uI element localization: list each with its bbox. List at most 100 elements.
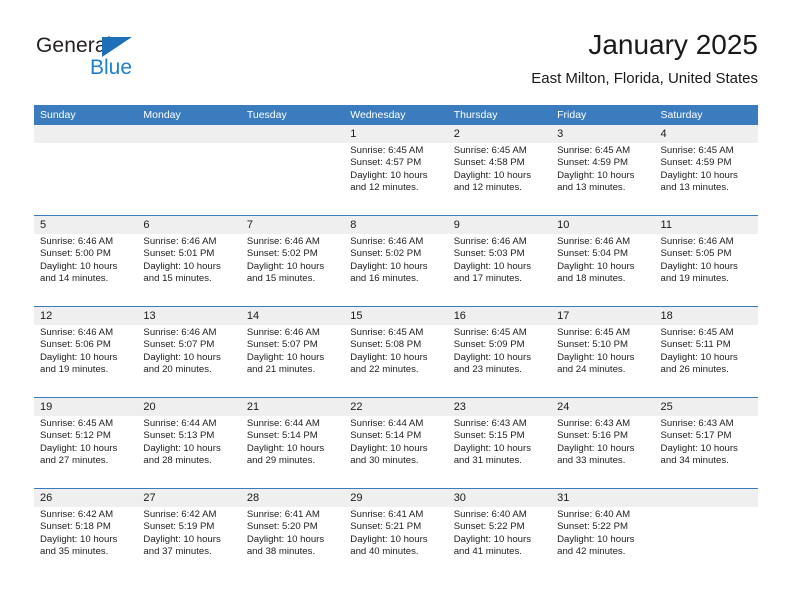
sunrise-text: Sunrise: 6:45 AM bbox=[557, 327, 631, 338]
sunset-text: Sunset: 5:19 PM bbox=[143, 521, 215, 533]
day-cell[interactable]: 2 Sunrise: 6:45 AM Sunset: 4:58 PM Daylight… bbox=[448, 125, 551, 215]
sunset-text: Sunset: 5:03 PM bbox=[453, 248, 525, 260]
sunset-text: Sunset: 4:57 PM bbox=[350, 157, 422, 169]
daylight-text-line1: Daylight: 10 hours bbox=[350, 351, 428, 363]
daylight-text-line2: and 15 minutes. bbox=[246, 272, 316, 284]
week-cells: 26 Sunrise: 6:42 AM Sunset: 5:18 PM Dayligh… bbox=[34, 489, 758, 579]
daylight-text-line2: and 22 minutes. bbox=[350, 363, 419, 375]
day-number: 23 bbox=[453, 401, 466, 413]
day-cell[interactable]: 16 Sunrise: 6:45 AM Sunset: 5:09 PM Dayligh… bbox=[448, 307, 551, 397]
day-cell[interactable]: 31 Sunrise: 6:40 AM Sunset: 5:22 PM Dayligh… bbox=[551, 489, 654, 579]
sunset-text: Sunset: 5:13 PM bbox=[143, 430, 215, 442]
day-cell-empty bbox=[241, 125, 344, 215]
day-cell[interactable]: 22 Sunrise: 6:44 AM Sunset: 5:14 PM Dayligh… bbox=[344, 398, 447, 488]
day-cell[interactable]: 5 Sunrise: 6:46 AM Sunset: 5:00 PM Daylight… bbox=[34, 216, 137, 306]
sun-info: Sunrise: 6:45 AM Sunset: 4:59 PM Daylight:… bbox=[557, 145, 650, 194]
sunset-text: Sunset: 5:21 PM bbox=[350, 521, 422, 533]
week-cells: 19 Sunrise: 6:45 AM Sunset: 5:12 PM Dayligh… bbox=[34, 398, 758, 488]
daylight-text-line1: Daylight: 10 hours bbox=[350, 260, 428, 272]
day-cell-empty bbox=[137, 125, 240, 215]
day-cell[interactable]: 6 Sunrise: 6:46 AM Sunset: 5:01 PM Daylight… bbox=[137, 216, 240, 306]
day-cell[interactable]: 13 Sunrise: 6:46 AM Sunset: 5:07 PM Dayligh… bbox=[137, 307, 240, 397]
day-number: 14 bbox=[246, 310, 260, 322]
day-number: 22 bbox=[350, 401, 363, 413]
sun-info: Sunrise: 6:40 AM Sunset: 5:22 PM Daylight:… bbox=[454, 509, 547, 558]
sunrise-text: Sunrise: 6:43 AM bbox=[660, 418, 734, 429]
calendar-week-row: 12 Sunrise: 6:46 AM Sunset: 5:06 PM Dayligh… bbox=[34, 306, 758, 397]
day-cell[interactable]: 4 Sunrise: 6:45 AM Sunset: 4:59 PM Daylight… bbox=[655, 125, 758, 215]
sun-info: Sunrise: 6:42 AM Sunset: 5:19 PM Daylight:… bbox=[143, 509, 236, 558]
daylight-text-line1: Daylight: 10 hours bbox=[40, 351, 118, 363]
daylight-text-line1: Daylight: 10 hours bbox=[143, 351, 221, 363]
daylight-text-line1: Daylight: 10 hours bbox=[246, 533, 325, 545]
calendar-page: General Blue January 2025 East Milton, F… bbox=[0, 0, 792, 612]
day-cell[interactable]: 25 Sunrise: 6:43 AM Sunset: 5:17 PM Dayligh… bbox=[655, 398, 758, 488]
page-title: January 2025 bbox=[588, 29, 758, 60]
sunrise-text: Sunrise: 6:44 AM bbox=[143, 418, 217, 429]
daylight-text-line1: Daylight: 10 hours bbox=[246, 260, 325, 272]
sunrise-text: Sunrise: 6:45 AM bbox=[660, 327, 734, 338]
sunrise-text: Sunrise: 6:42 AM bbox=[40, 509, 114, 520]
day-cell[interactable]: 12 Sunrise: 6:46 AM Sunset: 5:06 PM Dayligh… bbox=[34, 307, 137, 397]
daylight-text-line1: Daylight: 10 hours bbox=[143, 260, 221, 272]
day-cell[interactable]: 21 Sunrise: 6:44 AM Sunset: 5:14 PM Dayligh… bbox=[241, 398, 344, 488]
sunset-text: Sunset: 5:02 PM bbox=[350, 248, 422, 260]
daylight-text-line2: and 12 minutes. bbox=[453, 181, 522, 193]
sun-info: Sunrise: 6:45 AM Sunset: 4:59 PM Daylight:… bbox=[661, 145, 754, 194]
sunrise-text: Sunrise: 6:45 AM bbox=[557, 145, 631, 156]
daylight-text-line2: and 23 minutes. bbox=[453, 363, 522, 375]
week-cells: 12 Sunrise: 6:46 AM Sunset: 5:06 PM Dayligh… bbox=[34, 307, 758, 397]
weekday-header-sunday: Sunday bbox=[40, 109, 76, 121]
daylight-text-line2: and 26 minutes. bbox=[660, 363, 729, 375]
day-cell[interactable]: 23 Sunrise: 6:43 AM Sunset: 5:15 PM Dayligh… bbox=[448, 398, 551, 488]
sun-info: Sunrise: 6:46 AM Sunset: 5:06 PM Daylight:… bbox=[40, 327, 133, 376]
day-cell[interactable]: 20 Sunrise: 6:44 AM Sunset: 5:13 PM Dayligh… bbox=[137, 398, 240, 488]
day-cell[interactable]: 11 Sunrise: 6:46 AM Sunset: 5:05 PM Dayligh… bbox=[655, 216, 758, 306]
day-cell[interactable]: 9 Sunrise: 6:46 AM Sunset: 5:03 PM Daylight… bbox=[448, 216, 551, 306]
sun-info: Sunrise: 6:44 AM Sunset: 5:14 PM Daylight:… bbox=[350, 418, 443, 467]
daylight-text-line2: and 28 minutes. bbox=[143, 454, 212, 466]
weekday-header-thursday: Thursday bbox=[453, 109, 498, 121]
day-cell[interactable]: 29 Sunrise: 6:41 AM Sunset: 5:21 PM Dayligh… bbox=[344, 489, 447, 579]
day-cell[interactable]: 1 Sunrise: 6:45 AM Sunset: 4:57 PM Daylight… bbox=[344, 125, 447, 215]
day-cell[interactable]: 17 Sunrise: 6:45 AM Sunset: 5:10 PM Dayligh… bbox=[551, 307, 654, 397]
day-cell[interactable]: 14 Sunrise: 6:46 AM Sunset: 5:07 PM Dayligh… bbox=[241, 307, 344, 397]
daylight-text-line2: and 38 minutes. bbox=[246, 545, 316, 557]
daylight-text-line2: and 34 minutes. bbox=[660, 454, 729, 466]
general-blue-logo[interactable]: General Blue bbox=[34, 34, 234, 90]
day-cell[interactable]: 27 Sunrise: 6:42 AM Sunset: 5:19 PM Dayligh… bbox=[137, 489, 240, 579]
sun-info: Sunrise: 6:46 AM Sunset: 5:07 PM Daylight:… bbox=[247, 327, 340, 376]
sun-info: Sunrise: 6:45 AM Sunset: 5:12 PM Daylight:… bbox=[40, 418, 133, 467]
sunset-text: Sunset: 4:58 PM bbox=[453, 157, 525, 169]
day-cell[interactable]: 18 Sunrise: 6:45 AM Sunset: 5:11 PM Dayligh… bbox=[655, 307, 758, 397]
day-cell[interactable]: 8 Sunrise: 6:46 AM Sunset: 5:02 PM Daylight… bbox=[344, 216, 447, 306]
day-cell[interactable]: 7 Sunrise: 6:46 AM Sunset: 5:02 PM Daylight… bbox=[241, 216, 344, 306]
day-cell[interactable]: 19 Sunrise: 6:45 AM Sunset: 5:12 PM Dayligh… bbox=[34, 398, 137, 488]
sunset-text: Sunset: 5:09 PM bbox=[453, 339, 525, 351]
sunset-text: Sunset: 5:22 PM bbox=[453, 521, 525, 533]
day-number: 31 bbox=[557, 492, 570, 504]
day-number: 9 bbox=[453, 219, 460, 231]
daylight-text-line2: and 35 minutes. bbox=[40, 545, 109, 557]
sun-info: Sunrise: 6:45 AM Sunset: 4:58 PM Daylight:… bbox=[454, 145, 547, 194]
daylight-text-line2: and 40 minutes. bbox=[350, 545, 419, 557]
sunset-text: Sunset: 5:22 PM bbox=[557, 521, 629, 533]
sunset-text: Sunset: 5:18 PM bbox=[40, 521, 111, 533]
day-cell[interactable]: 15 Sunrise: 6:45 AM Sunset: 5:08 PM Dayligh… bbox=[344, 307, 447, 397]
sunrise-text: Sunrise: 6:43 AM bbox=[557, 418, 631, 429]
daylight-text-line2: and 20 minutes. bbox=[143, 363, 212, 375]
daylight-text-line2: and 15 minutes. bbox=[143, 272, 212, 284]
day-cell[interactable]: 28 Sunrise: 6:41 AM Sunset: 5:20 PM Dayligh… bbox=[241, 489, 344, 579]
day-cell[interactable]: 24 Sunrise: 6:43 AM Sunset: 5:16 PM Dayligh… bbox=[551, 398, 654, 488]
sunrise-text: Sunrise: 6:44 AM bbox=[246, 418, 320, 429]
daylight-text-line2: and 19 minutes. bbox=[660, 272, 729, 284]
sunset-text: Sunset: 5:07 PM bbox=[246, 339, 318, 351]
day-cell[interactable]: 30 Sunrise: 6:40 AM Sunset: 5:22 PM Dayligh… bbox=[448, 489, 551, 579]
day-number: 20 bbox=[143, 401, 156, 413]
page-header: General Blue January 2025 East Milton, F… bbox=[34, 28, 758, 98]
day-cell[interactable]: 10 Sunrise: 6:46 AM Sunset: 5:04 PM Dayligh… bbox=[551, 216, 654, 306]
weekday-header-tuesday: Tuesday bbox=[246, 109, 287, 121]
day-cell[interactable]: 3 Sunrise: 6:45 AM Sunset: 4:59 PM Daylight… bbox=[551, 125, 654, 215]
day-cell[interactable]: 26 Sunrise: 6:42 AM Sunset: 5:18 PM Dayligh… bbox=[34, 489, 137, 579]
sunset-text: Sunset: 5:14 PM bbox=[246, 430, 318, 442]
